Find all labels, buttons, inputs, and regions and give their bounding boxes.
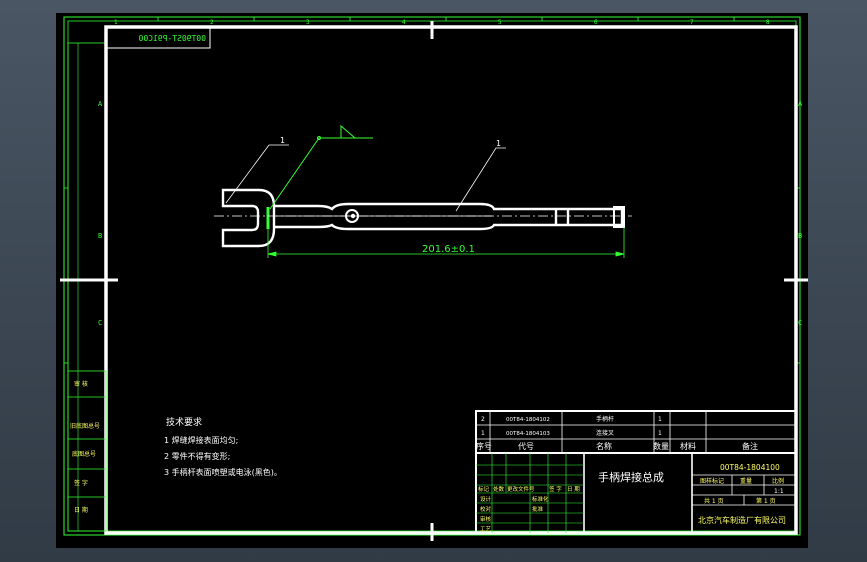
stamp-old-base-no: 旧底图总号 <box>70 422 100 430</box>
zone-num-8: 8 <box>766 19 770 26</box>
part-name: 手柄焊接总成 <box>598 470 664 484</box>
sheet-number: 第 1 页 <box>756 497 776 505</box>
role-review: 审核 <box>480 515 492 523</box>
fork-connector <box>221 188 276 248</box>
bom-row2-name: 连接叉 <box>596 429 614 437</box>
scale-value: 1:1 <box>774 488 784 495</box>
stamp-sign: 签 字 <box>74 479 88 487</box>
tech-requirements: 技术要求 1 焊缝焊接表面均匀; 2 零件不得有变形; 3 手柄杆表面喷塑或电泳… <box>164 416 282 477</box>
cad-viewport[interactable]: 1 2 3 4 5 6 7 8 A B C A B C 00T90ST-P91C… <box>56 13 808 548</box>
zone-letter-labels: A B C A B C <box>98 100 803 327</box>
sheets-total: 共 1 页 <box>704 497 724 505</box>
drawing-canvas: 1 2 3 4 5 6 7 8 A B C A B C 00T90ST-P91C… <box>60 16 808 541</box>
bom-header-remark: 备注 <box>742 441 758 451</box>
bom-table: 2 00T84-1804102 手柄杆 1 1 00T84-1804103 连接… <box>475 410 797 454</box>
weld-symbol <box>269 124 373 210</box>
left-stamp-column: 审 核 旧底图总号 底图总号 签 字 日 期 <box>67 370 107 532</box>
tech-req-item-1: 1 焊缝焊接表面均匀; <box>164 435 238 445</box>
zone-num-4: 4 <box>402 19 406 26</box>
handle-bar <box>274 202 624 231</box>
zone-num-5: 5 <box>498 19 502 26</box>
stamp-base-no: 底图总号 <box>72 450 96 458</box>
zone-letter-c-right: C <box>798 319 802 327</box>
bom-header-name: 名称 <box>596 441 612 451</box>
zone-letter-a-right: A <box>798 100 803 108</box>
part-handle-weld-assembly <box>214 188 632 248</box>
bom-row2-qty: 1 <box>658 430 662 437</box>
role-process: 工艺 <box>480 526 492 533</box>
bom-row1-name: 手柄杆 <box>596 415 614 423</box>
balloon-1: 1 <box>280 136 285 145</box>
sign-count: 处数 <box>493 485 505 493</box>
tech-req-item-2: 2 零件不得有变形; <box>164 451 230 461</box>
bom-row1-no: 2 <box>481 416 485 423</box>
center-marks <box>60 21 808 541</box>
stage-label: 图样标记 <box>700 477 724 485</box>
rod-end <box>554 209 570 225</box>
bom-header-no: 序号 <box>476 441 492 451</box>
dimension-text: 201.6±0.1 <box>422 244 475 255</box>
zone-number-labels: 1 2 3 4 5 6 7 8 <box>114 19 770 26</box>
drawing-no: 00T84-1804100 <box>720 463 780 472</box>
bom-header-code: 代号 <box>518 441 534 451</box>
company-name: 北京汽车制造厂有限公司 <box>698 515 786 525</box>
title-block: 标记 处数 更改文件号 签 字 日 期 设计 校对 审核 工艺 标准化 批准 手… <box>475 452 797 534</box>
zone-letter-c-left: C <box>98 319 102 327</box>
bom-header-qty: 数量 <box>653 441 669 451</box>
bom-row2-no: 1 <box>481 430 485 437</box>
zone-letter-b-right: B <box>798 232 802 240</box>
tech-req-title: 技术要求 <box>166 416 202 428</box>
zone-letter-a-left: A <box>98 100 103 108</box>
sign-change-doc: 更改文件号 <box>507 485 535 493</box>
sign-date: 日 期 <box>567 486 580 493</box>
zone-num-2: 2 <box>210 19 214 26</box>
zone-num-6: 6 <box>594 19 598 26</box>
bom-row1-code: 00T84-1804102 <box>506 417 550 423</box>
drawing-code-stamp: 00T90ST-P91C00 <box>138 34 206 43</box>
sign-signature: 签 字 <box>549 485 562 493</box>
bom-row2-code: 00T84-1804103 <box>506 431 550 437</box>
sign-mark: 标记 <box>478 485 490 493</box>
tech-req-item-3: 3 手柄杆表面喷塑或电泳(黑色)。 <box>164 467 282 477</box>
bom-header-material: 材料 <box>680 441 696 451</box>
weight-label: 重量 <box>740 477 752 485</box>
bom-row1-qty: 1 <box>658 416 662 423</box>
scale-label: 比例 <box>772 477 784 485</box>
role-design: 设计 <box>480 495 492 503</box>
zone-letter-b-left: B <box>98 232 102 240</box>
role-standard: 标准化 <box>532 495 549 503</box>
zone-num-1: 1 <box>114 19 118 26</box>
zone-num-7: 7 <box>690 19 694 26</box>
role-check: 校对 <box>480 505 492 513</box>
stamp-review: 审 核 <box>74 380 88 388</box>
zone-num-3: 3 <box>306 19 310 26</box>
role-approve: 批准 <box>532 505 544 513</box>
balloon-2: 1 <box>496 139 501 148</box>
leaders <box>225 144 506 212</box>
stamp-date: 日 期 <box>74 506 88 514</box>
